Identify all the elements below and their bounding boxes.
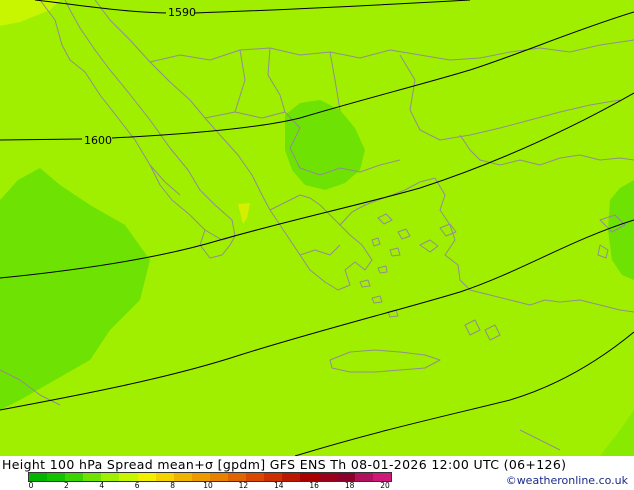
legend-swatch bbox=[354, 473, 373, 481]
legend-tick-label: 8 bbox=[170, 481, 175, 490]
legend-swatch bbox=[101, 473, 120, 481]
legend-tick-label: 12 bbox=[238, 481, 249, 490]
contour-label-1590: 1590 bbox=[168, 6, 196, 19]
legend-tick-label: 6 bbox=[134, 481, 140, 490]
legend-swatch bbox=[155, 473, 174, 481]
legend-swatch bbox=[29, 473, 48, 481]
legend-tick-label: 16 bbox=[309, 481, 319, 490]
color-scale-ticks: 0 2 4 6 8 10 12 14 16 18 20 bbox=[28, 482, 392, 490]
legend-swatch bbox=[372, 473, 391, 481]
legend-swatch bbox=[228, 473, 247, 481]
legend-swatch bbox=[264, 473, 283, 481]
legend-swatch bbox=[246, 473, 265, 481]
legend-tick-label: 10 bbox=[203, 481, 213, 490]
legend-swatch bbox=[191, 473, 210, 481]
legend-swatch bbox=[282, 473, 301, 481]
legend-tick-label: 18 bbox=[344, 481, 355, 490]
legend-swatch bbox=[83, 473, 102, 481]
map-title: Height 100 hPa Spread mean+σ [gpdm] GFS … bbox=[2, 457, 567, 472]
legend-swatch bbox=[65, 473, 84, 481]
legend-swatch bbox=[300, 473, 319, 481]
legend-swatch bbox=[336, 473, 355, 481]
weatheronline-credit-link[interactable]: ©weatheronline.co.uk bbox=[506, 474, 628, 487]
legend-swatch bbox=[119, 473, 138, 481]
weather-map: 1590 1600 bbox=[0, 0, 634, 456]
contour-label-1600: 1600 bbox=[84, 134, 112, 147]
legend-tick-label: 0 bbox=[28, 481, 34, 490]
legend-tick-label: 20 bbox=[380, 481, 390, 490]
legend-swatch bbox=[47, 473, 66, 481]
legend-swatch bbox=[209, 473, 229, 481]
legend-tick-label: 4 bbox=[99, 481, 105, 490]
legend-swatch bbox=[318, 473, 337, 481]
legend-tick-label: 2 bbox=[64, 481, 69, 490]
legend-swatch bbox=[137, 473, 156, 481]
legend-tick-label: 14 bbox=[274, 481, 284, 490]
legend-swatch bbox=[173, 473, 192, 481]
